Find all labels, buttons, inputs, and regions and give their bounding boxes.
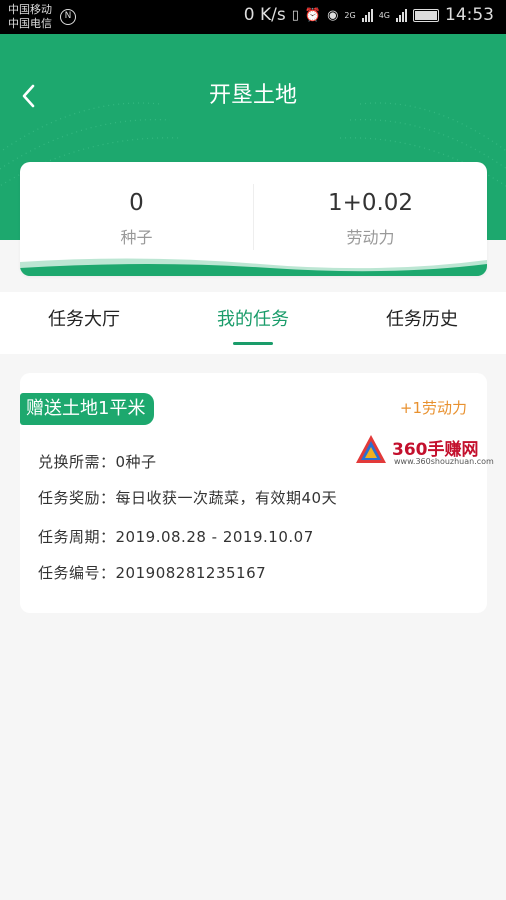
task-row-label: 兑换所需： — [38, 453, 116, 471]
active-tab-indicator — [233, 342, 273, 345]
clock: 14:53 — [445, 5, 494, 25]
task-row-value: 201908281235167 — [115, 564, 267, 582]
task-row-period: 任务周期：2019.08.28 - 2019.10.07 — [38, 527, 314, 547]
network-type-b: 4G — [378, 10, 390, 20]
labor-value: 1+0.02 — [327, 190, 414, 216]
task-row-label: 任务奖励： — [38, 489, 116, 507]
stats-card: 0 种子 1+0.02 劳动力 — [20, 162, 487, 276]
task-row-label: 任务周期： — [38, 528, 116, 546]
task-row-value: 0种子 — [115, 453, 157, 471]
status-right: 0 K/s ▯ ⏰ ◉ 2G 4G 14:53 — [244, 5, 494, 25]
status-bar: 中国移动 中国电信 N 0 K/s ▯ ⏰ ◉ 2G 4G 14:53 — [0, 0, 506, 34]
eye-icon: ◉ — [327, 7, 339, 23]
carrier-labels: 中国移动 中国电信 — [8, 3, 52, 31]
task-row-value: 每日收获一次蔬菜，有效期40天 — [115, 489, 338, 507]
task-row-id: 任务编号：201908281235167 — [38, 563, 266, 583]
vibrate-icon: ▯ — [291, 7, 299, 23]
labor-label: 劳动力 — [346, 228, 395, 247]
carrier-2: 中国电信 — [8, 17, 52, 30]
card-wave-decoration — [20, 258, 487, 276]
alarm-icon: ⏰ — [304, 7, 322, 23]
nfc-icon: N — [60, 9, 76, 25]
seeds-label: 种子 — [120, 228, 153, 247]
signal-icon — [361, 8, 373, 22]
seeds-stat: 0 种子 — [20, 188, 253, 248]
task-row-cost: 兑换所需：0种子 — [38, 452, 157, 472]
tab-task-hall[interactable]: 任务大厅 — [0, 292, 168, 354]
task-row-reward: 任务奖励：每日收获一次蔬菜，有效期40天 — [38, 488, 337, 508]
task-card[interactable]: 赠送土地1平米 +1劳动力 兑换所需：0种子 任务奖励：每日收获一次蔬菜，有效期… — [20, 373, 487, 613]
site-watermark: 360手赚网 www.360shouzhuan.com — [354, 433, 502, 469]
carrier-1: 中国移动 — [8, 3, 52, 16]
tab-task-history[interactable]: 任务历史 — [338, 292, 506, 354]
watermark-logo-icon — [356, 435, 386, 463]
network-type-a: 2G — [344, 10, 356, 20]
watermark-url: www.360shouzhuan.com — [394, 457, 494, 466]
page-title: 开垦土地 — [208, 83, 297, 108]
labor-stat: 1+0.02 劳动力 — [254, 188, 487, 248]
task-row-label: 任务编号： — [38, 564, 116, 582]
seeds-value: 0 — [129, 190, 144, 216]
task-title-badge: 赠送土地1平米 — [20, 393, 155, 425]
task-reward: +1劳动力 — [399, 399, 467, 417]
task-row-value: 2019.08.28 - 2019.10.07 — [115, 528, 314, 546]
signal-icon-2 — [396, 8, 407, 22]
battery-icon — [413, 8, 439, 22]
network-speed: 0 K/s — [243, 5, 286, 25]
